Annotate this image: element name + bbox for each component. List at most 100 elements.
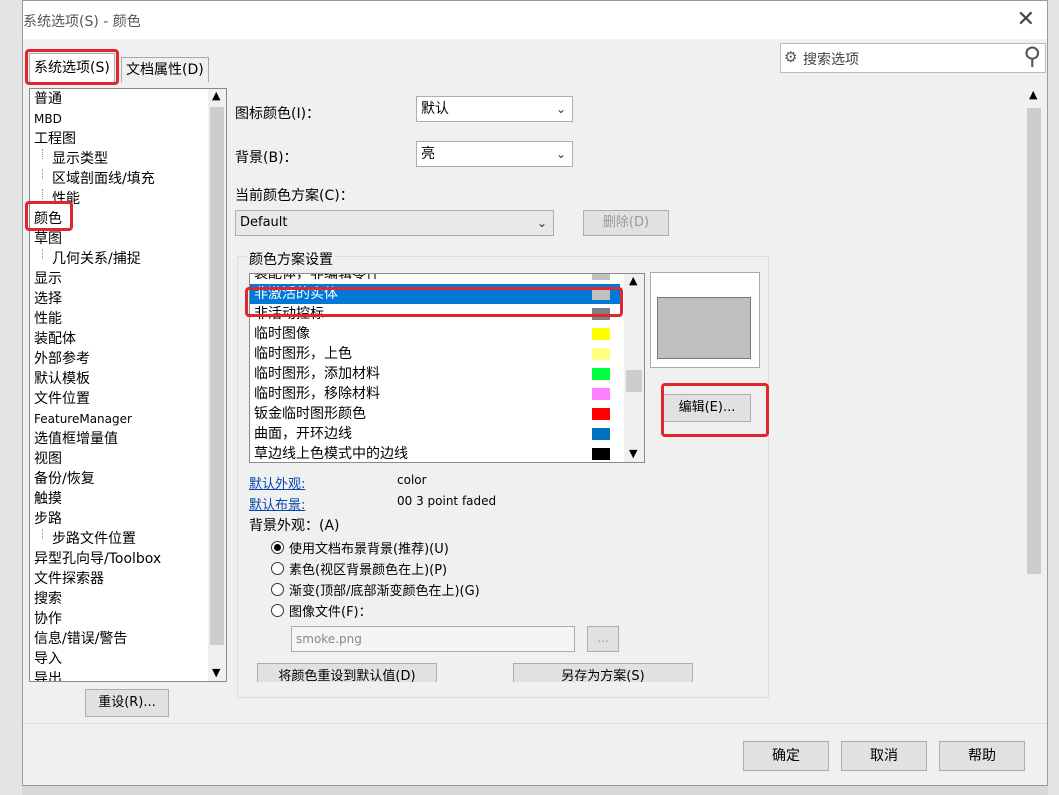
bg-appearance-label: 背景外观：(A) [249,518,340,534]
tree-item[interactable]: 显示类型 [52,149,108,169]
scheme-label: 当前颜色方案(C)： [235,188,354,204]
chevron-down-icon: ⌄ [555,102,566,116]
search-icon[interactable]: ⚲ [1023,42,1041,70]
tree-scroll-thumb[interactable] [210,107,224,645]
icon-color-value: 默认 [421,101,449,117]
scroll-up-icon[interactable]: ▲ [629,274,637,287]
color-swatch [592,448,610,460]
tree-item[interactable]: 外部参考 [34,349,90,369]
cancel-button[interactable]: 取消 [841,741,927,771]
tree-item[interactable]: 触摸 [34,489,62,509]
tab-document-properties[interactable]: 文档属性(D) [121,57,209,82]
list-item[interactable]: 草边线上色模式中的边线 [250,444,620,462]
tree-item[interactable]: 搜索 [34,589,62,609]
list-scroll-thumb[interactable] [626,370,642,392]
save-scheme-button[interactable]: 另存为方案(S) [513,663,693,682]
tree-item[interactable]: 步路文件位置 [52,529,136,549]
delete-scheme-button[interactable]: 删除(D) [583,210,669,236]
list-item[interactable]: 曲面，开环边线 [250,424,620,444]
tree-item[interactable]: FeatureManager [34,409,132,429]
radio-label[interactable]: 素色(视区背景颜色在上)(P) [289,559,447,578]
list-item[interactable]: 临时图像 [250,324,620,344]
scroll-down-icon[interactable]: ▼ [212,666,220,679]
tree-item[interactable]: 步路 [34,509,62,529]
radio-button[interactable] [271,562,284,575]
tree-item[interactable]: 信息/错误/警告 [34,629,127,649]
tree-guide-line [42,249,43,259]
tree-item[interactable]: 异型孔向导/Toolbox [34,549,161,569]
tree-item[interactable]: 草图 [34,229,62,249]
list-item[interactable]: 钣金临时图形颜色 [250,404,620,424]
highlight-edit-button [661,383,769,437]
list-scrollbar[interactable]: ▲ ▼ [624,274,644,462]
color-swatch [592,388,610,400]
color-preview-swatch [657,297,751,359]
highlight-selected-row [245,287,623,317]
tree-item[interactable]: 文件位置 [34,389,90,409]
tree-item[interactable]: 文件探索器 [34,569,104,589]
panel-scroll-thumb[interactable] [1027,108,1041,574]
radio-label[interactable]: 使用文档布景背景(推荐)(U) [289,538,449,557]
radio-button[interactable] [271,604,284,617]
tree-item[interactable]: 几何关系/捕捉 [52,249,141,269]
radio-label[interactable]: 渐变(顶部/底部渐变颜色在上)(G) [289,580,480,599]
list-item[interactable]: 临时图形，上色 [250,344,620,364]
background-select[interactable]: 亮 ⌄ [416,141,573,167]
ok-button[interactable]: 确定 [743,741,829,771]
image-file-input[interactable]: smoke.png [291,626,575,652]
tree-item[interactable]: 导入 [34,649,62,669]
tree-item[interactable]: 性能 [34,309,62,329]
tree-item[interactable]: MBD [34,109,62,129]
tree-guide-line [42,529,43,539]
icon-color-select[interactable]: 默认 ⌄ [416,96,573,122]
tree-item[interactable]: 导出 [34,669,62,681]
tree-item[interactable]: 普通 [34,89,62,109]
default-layout-link[interactable]: 默认布景: [249,494,305,513]
radio-label[interactable]: 图像文件(F)： [289,601,372,620]
list-item-label: 临时图形，添加材料 [254,366,380,382]
default-layout-value: 00 3 point faded [397,494,497,508]
background-value: 亮 [421,146,435,162]
scroll-up-icon[interactable]: ▲ [212,89,220,102]
list-item-label: 临时图形，移除材料 [254,386,380,402]
scroll-up-icon[interactable]: ▲ [1029,88,1037,101]
tree-guide-line [42,149,43,159]
color-swatch [592,328,610,340]
panel-scrollbar[interactable]: ▲ [1025,88,1043,580]
list-item-label: 曲面，开环边线 [254,426,352,442]
search-input[interactable]: 搜索选项 [803,49,859,69]
help-button[interactable]: 帮助 [939,741,1025,771]
radio-button[interactable] [271,583,284,596]
close-icon[interactable]: ✕ [1017,7,1035,32]
color-swatch [592,408,610,420]
reset-button[interactable]: 重设(R)... [85,689,169,717]
tree-item[interactable]: 工程图 [34,129,76,149]
chevron-down-icon: ⌄ [536,216,547,230]
list-item[interactable]: 装配体，非编辑零件 [250,274,620,284]
color-swatch [592,274,610,280]
gear-icon[interactable]: ⚙ [784,48,797,66]
tree-item[interactable]: 装配体 [34,329,76,349]
tree-item[interactable]: 选择 [34,289,62,309]
color-preview-frame [650,272,760,368]
tree-item[interactable]: 选值框增量值 [34,429,118,449]
tree-item[interactable]: 备份/恢复 [34,469,95,489]
search-box[interactable]: ⚙ 搜索选项 ⚲ [780,42,1046,73]
default-appearance-link[interactable]: 默认外观: [249,473,305,492]
tree-guide-line [42,189,43,199]
tree-scrollbar[interactable]: ▲ ▼ [208,89,226,681]
tree-item[interactable]: 协作 [34,609,62,629]
tree-item[interactable]: 显示 [34,269,62,289]
highlight-color-item [25,201,73,231]
radio-button[interactable] [271,541,284,554]
list-item[interactable]: 临时图形，添加材料 [250,364,620,384]
reset-colors-button[interactable]: 将颜色重设到默认值(D) [257,663,437,682]
browse-button[interactable]: ... [587,626,619,652]
scroll-down-icon[interactable]: ▼ [629,447,637,460]
tree-item[interactable]: 默认模板 [34,369,90,389]
icon-color-label: 图标颜色(I)： [235,106,321,122]
tree-item[interactable]: 视图 [34,449,62,469]
list-item[interactable]: 临时图形，移除材料 [250,384,620,404]
tree-item[interactable]: 区域剖面线/填充 [52,169,155,189]
scheme-select[interactable]: Default ⌄ [235,210,554,236]
